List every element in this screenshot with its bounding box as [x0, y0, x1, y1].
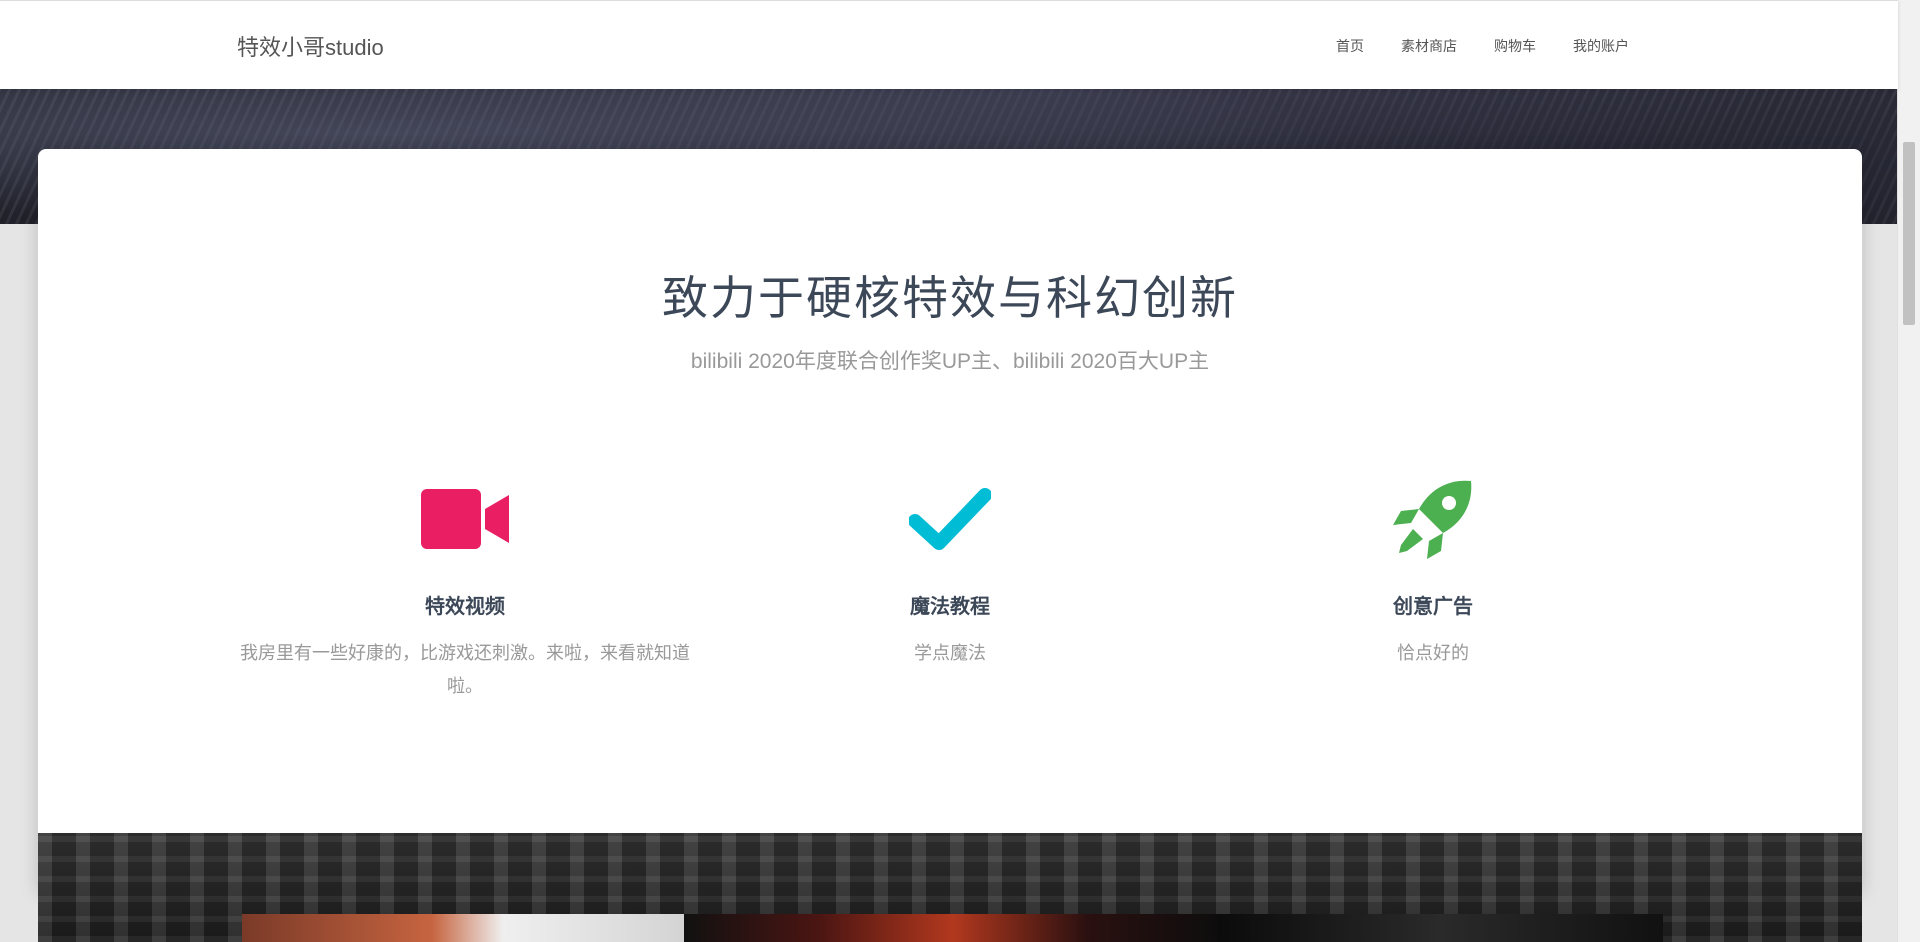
gallery-thumbnail[interactable] — [684, 914, 1222, 942]
video-camera-icon — [230, 478, 700, 560]
gallery-thumbnail[interactable] — [1218, 914, 1663, 942]
gallery-thumbnail[interactable] — [242, 914, 717, 942]
feature-card-video: 特效视频 我房里有一些好康的，比游戏还刺激。来啦，来看就知道啦。 — [230, 478, 700, 703]
feature-title: 魔法教程 — [910, 594, 990, 618]
nav-menu: 首页 素材商店 购物车 我的账户 — [1336, 36, 1666, 56]
scrollbar-thumb[interactable] — [1903, 142, 1915, 325]
vertical-scrollbar[interactable] — [1897, 0, 1920, 942]
feature-description: 恰点好的 — [1397, 643, 1469, 663]
feature-card-tutorial: 魔法教程 学点魔法 — [715, 478, 1185, 670]
brand-logo-link[interactable]: 特效小哥studio — [237, 30, 384, 62]
feature-description: 学点魔法 — [914, 643, 986, 663]
main-content-card: 致力于硬核特效与科幻创新 bilibili 2020年度联合创作奖UP主、bil… — [38, 149, 1862, 889]
feature-card-ads: 创意广告 恰点好的 — [1198, 478, 1668, 670]
section-title: 致力于硬核特效与科幻创新 — [662, 271, 1238, 325]
feature-title: 创意广告 — [1393, 594, 1473, 618]
top-navbar: 特效小哥studio 首页 素材商店 购物车 我的账户 — [0, 0, 1898, 89]
nav-item-cart[interactable]: 购物车 — [1494, 36, 1536, 56]
section-subtitle: bilibili 2020年度联合创作奖UP主、bilibili 2020百大U… — [690, 350, 1210, 373]
gallery-section-background — [38, 833, 1862, 942]
nav-item-account[interactable]: 我的账户 — [1573, 36, 1629, 56]
feature-title: 特效视频 — [425, 594, 505, 618]
feature-description: 我房里有一些好康的，比游戏还刺激。来啦，来看就知道啦。 — [240, 643, 690, 696]
nav-item-store[interactable]: 素材商店 — [1401, 36, 1457, 56]
rocket-icon — [1198, 478, 1668, 560]
nav-item-home[interactable]: 首页 — [1336, 36, 1364, 56]
checkmark-icon — [715, 478, 1185, 560]
